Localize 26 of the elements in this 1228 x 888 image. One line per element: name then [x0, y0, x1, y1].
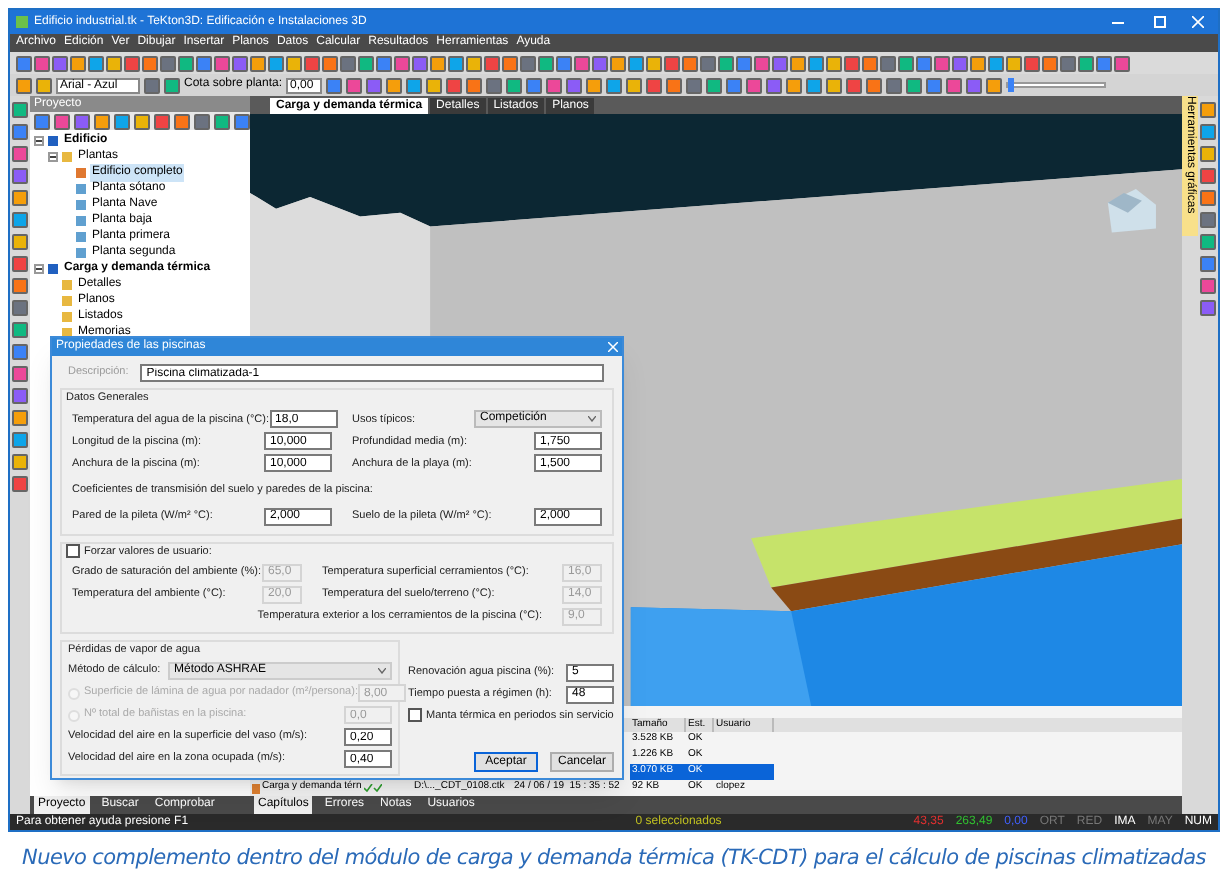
zoom-slider[interactable]: [1006, 78, 1107, 92]
node-icon: [76, 231, 86, 241]
node-icon: [48, 135, 58, 145]
checkbox[interactable]: [66, 544, 80, 559]
node-icon: [76, 199, 86, 209]
maximize-icon[interactable]: [1154, 16, 1166, 28]
close-icon[interactable]: [608, 342, 618, 352]
document-icon: [252, 783, 260, 793]
node-icon: [76, 183, 86, 193]
close-icon[interactable]: [1192, 16, 1204, 28]
caret-icon: [378, 668, 386, 674]
caret-icon: [588, 416, 596, 423]
node-icon: [48, 263, 58, 273]
slider-thumb[interactable]: [1007, 78, 1014, 92]
node-icon: [76, 215, 86, 225]
collapse-toggle[interactable]: [34, 263, 44, 273]
collapse-toggle[interactable]: [48, 151, 58, 161]
node-icon: [76, 167, 86, 177]
caption: Nuevo complemento dentro del módulo de carga y demanda térmica (TK-CDT) para el cálculo de piscinas climatizadas: [20, 844, 1208, 874]
node-icon: [76, 247, 86, 257]
checkbox[interactable]: [408, 708, 422, 723]
minimize-icon[interactable]: [1112, 21, 1124, 23]
collapse-toggle[interactable]: [34, 135, 44, 145]
app-icon: [16, 16, 28, 28]
folder-icon: [62, 151, 72, 161]
check-icon: [363, 784, 382, 792]
